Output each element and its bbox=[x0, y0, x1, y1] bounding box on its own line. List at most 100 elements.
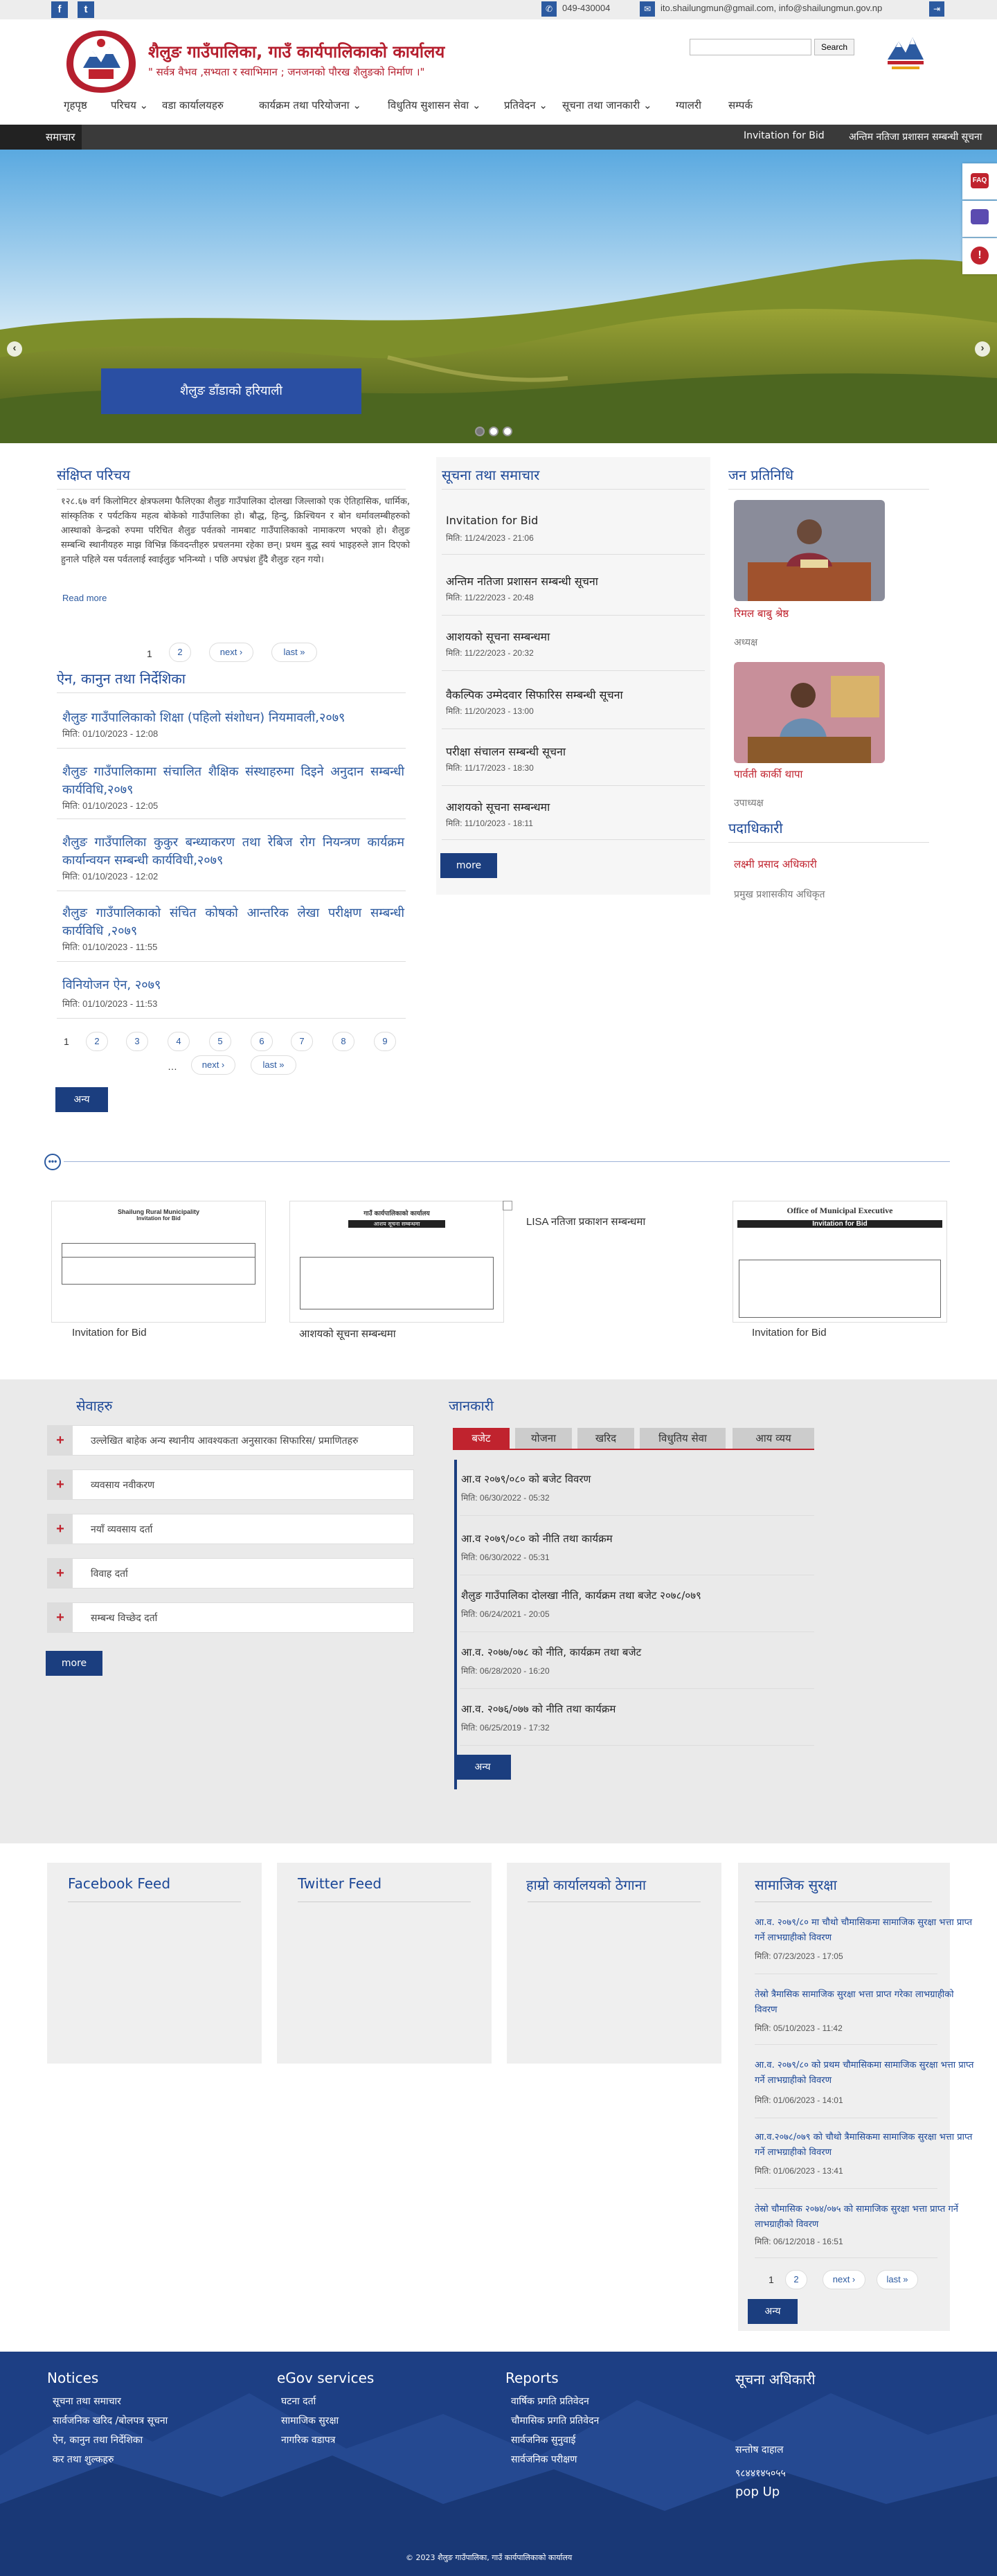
page-next[interactable]: next › bbox=[823, 2270, 865, 2289]
services-more-button[interactable]: more bbox=[46, 1651, 102, 1676]
news-link[interactable]: आशयको सूचना सम्बन्धमा bbox=[446, 629, 550, 644]
footer-link[interactable]: कर तथा शुल्कहरु bbox=[53, 2453, 114, 2466]
service-item[interactable]: + सम्बन्ध विच्छेद दर्ता bbox=[47, 1602, 414, 1633]
nav-programs[interactable]: कार्यक्रम तथा परियोजना ⌄ bbox=[259, 98, 361, 112]
footer-link[interactable]: सूचना तथा समाचार bbox=[53, 2395, 121, 2408]
page-next[interactable]: next › bbox=[209, 643, 253, 662]
tab-income-expense[interactable]: आय व्यय bbox=[733, 1428, 814, 1449]
footer-link[interactable]: वार्षिक प्रगति प्रतिवेदन bbox=[511, 2395, 589, 2408]
info-more-button[interactable]: अन्य bbox=[454, 1755, 511, 1780]
act-link[interactable]: शैलुङ गाउँपालिकामा संचालित शैक्षिक संस्थ… bbox=[62, 763, 404, 799]
read-more-link[interactable]: Read more bbox=[62, 593, 107, 603]
page-link[interactable]: 6 bbox=[251, 1032, 273, 1051]
slider-next-icon[interactable]: › bbox=[975, 341, 990, 357]
news-link[interactable]: परीक्षा संचालन सम्बन्धी सूचना bbox=[446, 744, 566, 759]
social-security-link[interactable]: आ.व. २०७९/८० को प्रथम चौमासिकमा सामाजिक … bbox=[755, 2058, 976, 2088]
gallery-thumb[interactable]: Office of Municipal Executive Invitation… bbox=[733, 1201, 947, 1323]
tab-plans[interactable]: योजना bbox=[515, 1428, 572, 1449]
twitter-icon[interactable]: t bbox=[78, 1, 94, 18]
gallery-caption[interactable]: Invitation for Bid bbox=[72, 1327, 147, 1339]
act-link[interactable]: शैलुङ गाउँपालिकाको संचित कोषको आन्तरिक ल… bbox=[62, 904, 404, 940]
faq-tab[interactable]: FAQ bbox=[962, 163, 997, 199]
news-link[interactable]: वैकल्पिक उम्मेदवार सिफारिस सम्बन्धी सूचन… bbox=[446, 687, 623, 702]
footer-link[interactable]: घटना दर्ता bbox=[281, 2395, 316, 2408]
footer-link[interactable]: नागरिक वडापत्र bbox=[281, 2433, 335, 2447]
acts-more-button[interactable]: अन्य bbox=[55, 1087, 108, 1112]
nepal-emblem-logo[interactable] bbox=[62, 26, 140, 96]
info-link[interactable]: आ.व २०७९/०८० को नीति तथा कार्यक्रम bbox=[461, 1532, 613, 1546]
official-name[interactable]: लक्ष्मी प्रसाद अधिकारी bbox=[734, 857, 817, 871]
ticker-item[interactable]: Invitation for Bid bbox=[744, 130, 825, 141]
info-link[interactable]: आ.व २०७९/०८० को बजेट विवरण bbox=[461, 1472, 591, 1486]
news-link[interactable]: अन्तिम नतिजा प्रशासन सम्बन्धी सूचना bbox=[446, 573, 598, 589]
nav-home[interactable]: गृहपृष्ठ bbox=[64, 98, 87, 112]
rep-name[interactable]: रिमल बाबु श्रेष्ठ bbox=[734, 607, 789, 620]
page-link[interactable]: 7 bbox=[291, 1032, 313, 1051]
social-security-more-button[interactable]: अन्य bbox=[748, 2299, 798, 2324]
news-more-button[interactable]: more bbox=[440, 853, 497, 878]
news-link[interactable]: आशयको सूचना सम्बन्धमा bbox=[446, 799, 550, 814]
info-link[interactable]: शैलुङ गाउँपालिका दोलखा नीति, कार्यक्रम त… bbox=[461, 1589, 701, 1602]
footer-link[interactable]: चौमासिक प्रगति प्रतिवेदन bbox=[511, 2414, 599, 2427]
service-item[interactable]: + व्यवसाय नवीकरण bbox=[47, 1469, 414, 1500]
gallery-caption[interactable]: Invitation for Bid bbox=[752, 1327, 827, 1339]
page-last[interactable]: last » bbox=[271, 643, 317, 662]
act-link[interactable]: विनियोजन ऐन, २०७९ bbox=[62, 976, 404, 994]
slider-prev-icon[interactable]: ‹ bbox=[7, 341, 22, 357]
rep-name[interactable]: पार्वती कार्की थापा bbox=[734, 767, 802, 781]
facebook-icon[interactable]: f bbox=[51, 1, 68, 18]
gallery-caption[interactable]: LISA नतिजा प्रकाशन सम्बन्धमा bbox=[526, 1215, 645, 1228]
slider-dot[interactable] bbox=[475, 427, 485, 436]
footer-link[interactable]: सामाजिक सुरक्षा bbox=[281, 2414, 339, 2427]
gallery-thumb[interactable]: Shailung Rural Municipality Invitation f… bbox=[51, 1201, 266, 1323]
info-link[interactable]: आ.व. २०७७/०७८ को नीति, कार्यक्रम तथा बजे… bbox=[461, 1645, 641, 1659]
nav-ward-offices[interactable]: वडा कार्यालयहरु bbox=[162, 98, 224, 112]
search-input[interactable] bbox=[690, 39, 811, 55]
footer-link[interactable]: ऐन, कानुन तथा निर्देशिका bbox=[53, 2433, 143, 2447]
page-link[interactable]: 4 bbox=[168, 1032, 190, 1051]
news-link[interactable]: Invitation for Bid bbox=[446, 514, 538, 527]
footer-link[interactable]: सार्वजनिक सुनुवाई bbox=[511, 2433, 575, 2447]
act-link[interactable]: शैलुङ गाउँपालिका कुकुर बन्ध्याकरण तथा रे… bbox=[62, 834, 404, 870]
social-security-link[interactable]: तेस्रो त्रैमासिक सामाजिक सुरक्षा भत्ता प… bbox=[755, 1987, 976, 2018]
tab-egov[interactable]: विधुतिय सेवा bbox=[640, 1428, 726, 1449]
page-link[interactable]: 9 bbox=[374, 1032, 396, 1051]
service-item[interactable]: + नयाँ व्यवसाय दर्ता bbox=[47, 1514, 414, 1544]
info-link[interactable]: आ.व. २०७६/०७७ को नीति तथा कार्यक्रम bbox=[461, 1702, 616, 1716]
service-item[interactable]: + उल्लेखित बाहेक अन्य स्थानीय आवश्यकता अन… bbox=[47, 1425, 414, 1456]
page-link[interactable]: 8 bbox=[332, 1032, 354, 1051]
page-link[interactable]: 5 bbox=[209, 1032, 231, 1051]
gallery-more-icon[interactable]: ••• bbox=[44, 1154, 61, 1170]
nav-information[interactable]: सूचना तथा जानकारी ⌄ bbox=[562, 98, 652, 112]
slider-dot[interactable] bbox=[489, 427, 498, 436]
tab-procurement[interactable]: खरिद bbox=[577, 1428, 634, 1449]
nav-contact[interactable]: सम्पर्क bbox=[728, 98, 753, 112]
search-button[interactable]: Search bbox=[814, 39, 854, 55]
feedback-tab[interactable] bbox=[962, 201, 997, 237]
page-link[interactable]: 2 bbox=[169, 643, 191, 662]
nav-reports[interactable]: प्रतिवेदन ⌄ bbox=[504, 98, 548, 112]
nav-intro[interactable]: परिचय ⌄ bbox=[111, 98, 148, 112]
social-security-link[interactable]: तेस्रो चौमासिक २०७४/०७५ को सामाजिक सुरक्… bbox=[755, 2202, 976, 2233]
page-link[interactable]: 3 bbox=[126, 1032, 148, 1051]
slider-dot[interactable] bbox=[503, 427, 512, 436]
service-item[interactable]: + विवाह दर्ता bbox=[47, 1558, 414, 1589]
nav-egov[interactable]: विधुतिय सुशासन सेवा ⌄ bbox=[388, 98, 481, 112]
page-link[interactable]: 2 bbox=[86, 1032, 108, 1051]
login-icon[interactable]: ⇥ bbox=[929, 1, 944, 17]
footer-link[interactable]: सार्वजनिक खरिद /बोलपत्र सूचना bbox=[53, 2414, 168, 2427]
contact-email[interactable]: ito.shailungmun@gmail.com, info@shailung… bbox=[661, 3, 882, 13]
page-link[interactable]: 2 bbox=[785, 2270, 807, 2289]
social-security-link[interactable]: आ.व.२०७८/०७९ को चौथो त्रैमासिकमा सामाजिक… bbox=[755, 2130, 976, 2161]
page-last[interactable]: last » bbox=[877, 2270, 918, 2289]
gallery-thumb[interactable]: गाउँ कार्यपालिकाको कार्यालय आशय सूचना सम… bbox=[289, 1201, 504, 1323]
nav-gallery[interactable]: ग्यालरी bbox=[676, 98, 701, 112]
ticker-item[interactable]: अन्तिम नतिजा प्रशासन सम्बन्धी सूचना bbox=[849, 130, 982, 143]
footer-link[interactable]: सार्वजनिक परीक्षण bbox=[511, 2453, 577, 2466]
gallery-caption[interactable]: आशयको सूचना सम्बन्धमा bbox=[299, 1327, 396, 1341]
page-last[interactable]: last » bbox=[251, 1055, 296, 1075]
popup-link[interactable]: pop Up bbox=[735, 2485, 780, 2499]
tab-budget[interactable]: बजेट bbox=[453, 1428, 510, 1449]
page-next[interactable]: next › bbox=[191, 1055, 235, 1075]
social-security-link[interactable]: आ.व. २०७९/८० मा चौथो चौमासिकमा सामाजिक स… bbox=[755, 1915, 976, 1946]
